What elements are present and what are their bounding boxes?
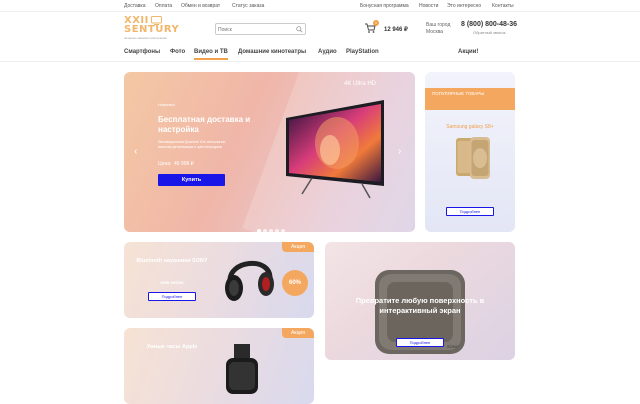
hero-badge: Новинка! xyxy=(158,102,175,107)
phone-number[interactable]: 8 (800) 800-48-36 xyxy=(461,21,517,28)
headphones-image xyxy=(225,261,274,301)
nav-photo[interactable]: Фото xyxy=(170,49,185,55)
tv-image xyxy=(286,100,384,199)
nav-smartphones[interactable]: Смартфоны xyxy=(124,49,160,55)
hero-model: 4K Ultra HD xyxy=(344,81,377,87)
popular-products-card: ПОПУЛЯРНЫЕ ТОВАРЫ Samsung galaxy S8+ Под… xyxy=(425,72,515,232)
city-label: Ваш город xyxy=(426,22,451,28)
slider-dots xyxy=(257,220,287,232)
link-news[interactable]: Новости xyxy=(419,3,438,9)
smartwatch-image xyxy=(226,344,258,394)
slider-dot[interactable] xyxy=(281,229,285,232)
popular-label: ПОПУЛЯРНЫЕ ТОВАРЫ xyxy=(432,91,485,96)
link-bonus[interactable]: Бонусная программа xyxy=(360,3,409,9)
search-icon[interactable] xyxy=(296,26,303,33)
buy-button[interactable]: Купить xyxy=(158,174,225,186)
cart-badge: 1 xyxy=(373,20,379,26)
cart[interactable]: 1 12 946 ₽ xyxy=(360,20,410,40)
link-exchange[interactable]: Обмен и возврат xyxy=(181,3,220,9)
header: XXII SENTURY интернет-магазин электроник… xyxy=(0,12,640,42)
slider-prev-icon[interactable]: ‹ xyxy=(134,146,137,157)
city-selector[interactable]: Ваш город Москва xyxy=(426,22,456,36)
slider-dot[interactable] xyxy=(269,229,273,232)
promo-tag: Акция xyxy=(282,242,314,252)
logo-tagline: интернет-магазин электроники xyxy=(124,36,167,40)
popular-product-name: Samsung galaxy S8+ xyxy=(446,124,494,130)
promo-details-button[interactable]: Подробнее xyxy=(148,292,196,301)
logo[interactable]: XXII SENTURY интернет-магазин электроник… xyxy=(124,15,180,40)
hero-description: Инновационная Quantum Dot технология, вы… xyxy=(158,140,226,149)
discount-badge: 60% xyxy=(282,270,308,296)
link-order-status[interactable]: Статус заказа xyxy=(232,3,264,9)
projector-card: SONY Превратите любую поверхность в инте… xyxy=(325,242,515,360)
nav-audio[interactable]: Аудио xyxy=(318,49,337,55)
promo-title: Умные часы Apple xyxy=(146,344,198,350)
link-interesting[interactable]: Это интересно xyxy=(447,3,481,9)
slider-dot[interactable] xyxy=(275,229,279,232)
projector-title: Превратите любую поверхность в интеракти… xyxy=(355,296,485,315)
search-input[interactable] xyxy=(218,25,294,34)
promo-subtitle: new-series xyxy=(160,280,184,285)
nav-playstation[interactable]: PlayStation xyxy=(346,49,379,55)
link-contacts[interactable]: Контакты xyxy=(492,3,514,9)
projector-details-button[interactable]: Подробнее xyxy=(396,338,444,347)
popular-details-button[interactable]: Подробнее xyxy=(446,207,494,216)
promo-card-headphones: Акция Bluetooth наушники SONY new-series… xyxy=(124,242,314,318)
search-box xyxy=(215,23,306,35)
hero-price-label: Цена: xyxy=(158,161,172,167)
nav-home-theater[interactable]: Домашние кинотеатры xyxy=(238,49,306,55)
svg-text:SONY: SONY xyxy=(447,344,459,349)
promo-tag: Акция xyxy=(282,328,314,338)
city-name: Москва xyxy=(426,29,444,35)
hero-slider: Новинка! Бесплатная доставка и настройка… xyxy=(124,72,415,232)
top-bar: Доставка Оплата Обмен и возврат Статус з… xyxy=(0,0,640,12)
hero-price: 46 999 ₽ xyxy=(174,161,194,167)
slider-dot[interactable] xyxy=(257,229,261,232)
promo-card-watch: Акция Умные часы Apple xyxy=(124,328,314,404)
link-delivery[interactable]: Доставка xyxy=(124,3,145,9)
callback-link[interactable]: Обратный звонок xyxy=(473,30,505,35)
nav-video-tv[interactable]: Видео и ТВ xyxy=(194,49,228,60)
nav-promo[interactable]: Акции! xyxy=(458,49,478,55)
slider-next-icon[interactable]: › xyxy=(398,146,401,157)
smartphone-image xyxy=(456,137,490,179)
hero-title: Бесплатная доставка и настройка xyxy=(158,115,251,134)
logo-line2: SENTURY xyxy=(124,24,180,35)
promo-title: Bluetooth наушники SONY xyxy=(136,258,208,264)
link-payment[interactable]: Оплата xyxy=(155,3,172,9)
slider-dot[interactable] xyxy=(263,229,267,232)
cart-sum: 12 946 ₽ xyxy=(384,27,408,33)
main-nav: Смартфоны Фото Видео и ТВ Домашние кинот… xyxy=(0,46,640,62)
popular-header: ПОПУЛЯРНЫЕ ТОВАРЫ xyxy=(425,88,515,110)
